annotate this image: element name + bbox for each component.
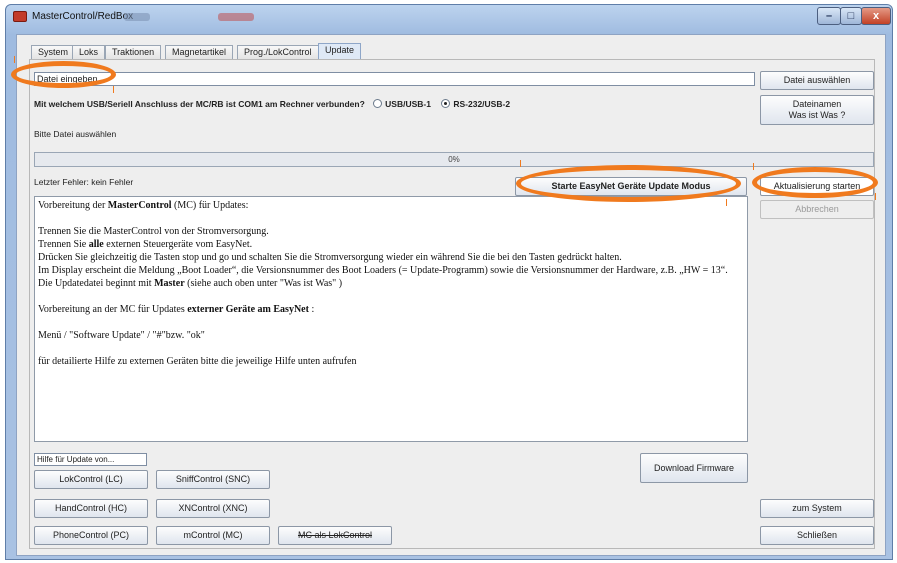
- instr-p3: Trennen Sie alle externen Steuergeräte v…: [38, 239, 253, 250]
- to-system-button[interactable]: zum System: [760, 499, 874, 518]
- download-firmware-button[interactable]: Download Firmware: [640, 453, 748, 483]
- help-mcontrol-button[interactable]: mControl (MC): [156, 526, 270, 545]
- update-progress-bar: 0%: [34, 152, 874, 167]
- close-button[interactable]: Schließen: [760, 526, 874, 545]
- highlight-tick: [14, 56, 15, 63]
- last-error-value: kein Fehler: [91, 177, 134, 187]
- app-window: MasterControl/RedBox – □ x System Loks T…: [5, 4, 893, 560]
- radio-usb-circle[interactable]: [373, 99, 383, 108]
- help-label-field: Hilfe für Update von...: [34, 453, 147, 466]
- app-icon: [13, 11, 27, 22]
- tab-magnetartikel[interactable]: Magnetartikel: [165, 45, 234, 59]
- select-file-button[interactable]: Datei auswählen: [760, 71, 874, 90]
- tab-update[interactable]: Update: [318, 43, 362, 60]
- filenames-info-button[interactable]: Dateinamen Was ist Was ?: [760, 95, 874, 125]
- select-file-status: Bitte Datei auswählen: [34, 129, 117, 139]
- instr-p5: Im Display erscheint die Meldung „Boot L…: [38, 265, 728, 276]
- radio-usb[interactable]: USB/USB-1: [373, 99, 431, 109]
- last-error-label: Letzter Fehler:: [34, 177, 89, 187]
- radio-rs232[interactable]: RS-232/USB-2: [441, 99, 510, 109]
- connection-question-text: Mit welchem USB/Seriell Anschluss der MC…: [34, 99, 365, 109]
- instr-p8: Menü / "Software Update" / "#"bzw. "ok": [38, 330, 205, 341]
- highlight-file-input: [11, 61, 116, 88]
- help-phonecontrol-button[interactable]: PhoneControl (PC): [34, 526, 148, 545]
- filenames-line1: Dateinamen: [792, 99, 842, 109]
- radio-rs232-label: RS-232/USB-2: [453, 99, 511, 109]
- highlight-tick: [520, 160, 521, 167]
- tab-traktionen[interactable]: Traktionen: [105, 45, 162, 59]
- cancel-button[interactable]: Abbrechen: [760, 200, 874, 219]
- client-area: System Loks Traktionen Magnetartikel Pro…: [16, 34, 886, 556]
- help-mc-as-lokcontrol-button[interactable]: MC als LokControl: [278, 526, 392, 545]
- instr-p9: für detailierte Hilfe zu externen Geräte…: [38, 356, 357, 367]
- radio-rs232-circle[interactable]: [441, 99, 451, 108]
- highlight-tick: [726, 199, 727, 206]
- instr-p4: Drücken Sie gleichzeitig die Tasten stop…: [38, 252, 622, 263]
- tab-loks[interactable]: Loks: [72, 45, 106, 59]
- title-blur-decoration: [124, 13, 150, 21]
- minimize-button[interactable]: –: [817, 7, 841, 25]
- last-error: Letzter Fehler: kein Fehler: [34, 177, 133, 187]
- connection-question: Mit welchem USB/Seriell Anschluss der MC…: [34, 99, 510, 109]
- tab-system[interactable]: System: [31, 45, 76, 59]
- help-sniffcontrol-button[interactable]: SniffControl (SNC): [156, 470, 270, 489]
- highlight-tick: [753, 163, 754, 170]
- title-blur-decoration: [218, 13, 254, 21]
- file-path-input[interactable]: Datei eingeben...: [34, 72, 755, 86]
- instr-p7: Vorbereitung an der MC für Updates exter…: [38, 304, 315, 315]
- radio-usb-label: USB/USB-1: [385, 99, 431, 109]
- help-xncontrol-button[interactable]: XNControl (XNC): [156, 499, 270, 518]
- filenames-line2: Was ist Was ?: [788, 110, 846, 120]
- tab-prog-lokcontrol[interactable]: Prog./LokControl: [237, 45, 319, 59]
- progress-label: 0%: [448, 155, 460, 164]
- highlight-easynet-button: [516, 165, 741, 202]
- highlight-update-button: [752, 167, 878, 198]
- maximize-button[interactable]: □: [840, 7, 862, 25]
- update-panel: Datei eingeben... Datei auswählen Mit we…: [29, 59, 875, 549]
- close-window-button[interactable]: x: [861, 7, 891, 25]
- instructions-text[interactable]: Vorbereitung der MasterControl (MC) für …: [34, 196, 748, 442]
- instr-p6: Die Updatedatei beginnt mit Master (sieh…: [38, 278, 343, 289]
- instr-p2: Trennen Sie die MasterControl von der St…: [38, 226, 269, 237]
- help-lokcontrol-button[interactable]: LokControl (LC): [34, 470, 148, 489]
- title-bar[interactable]: MasterControl/RedBox – □ x: [6, 5, 892, 29]
- help-handcontrol-button[interactable]: HandControl (HC): [34, 499, 148, 518]
- window-title: MasterControl/RedBox: [32, 11, 134, 22]
- highlight-tick: [113, 86, 114, 93]
- highlight-tick: [875, 193, 876, 200]
